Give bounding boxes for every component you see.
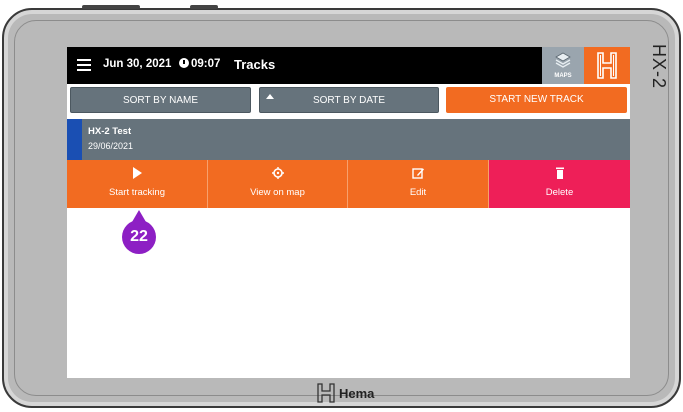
edit-label: Edit bbox=[409, 187, 427, 198]
delete-button[interactable]: Delete bbox=[489, 160, 630, 208]
track-actions: Start tracking View on map Edit Delete bbox=[67, 160, 630, 208]
date-text: Jun 30, 2021 bbox=[103, 58, 172, 70]
time-text: 09:07 bbox=[191, 58, 221, 70]
play-icon bbox=[133, 167, 142, 179]
volume-button bbox=[82, 5, 140, 9]
callout-badge: 22 bbox=[122, 210, 156, 254]
start-tracking-label: Start tracking bbox=[109, 187, 165, 198]
trash-icon bbox=[555, 167, 564, 179]
view-on-map-button[interactable]: View on map bbox=[208, 160, 348, 208]
callout-number: 22 bbox=[122, 220, 156, 254]
power-button bbox=[190, 5, 218, 9]
hema-logo-icon bbox=[317, 383, 335, 403]
track-date: 29/06/2021 bbox=[88, 141, 134, 151]
sort-by-name-label: SORT BY NAME bbox=[122, 95, 199, 106]
hema-logo-button[interactable] bbox=[584, 47, 630, 84]
target-icon bbox=[271, 167, 284, 179]
start-tracking-button[interactable]: Start tracking bbox=[67, 160, 208, 208]
sort-by-name-button[interactable]: SORT BY NAME bbox=[70, 87, 251, 113]
device-model-label: HX-2 bbox=[649, 44, 669, 90]
edit-button[interactable]: Edit bbox=[348, 160, 489, 208]
menu-icon[interactable] bbox=[77, 59, 91, 71]
view-on-map-label: View on map bbox=[250, 187, 305, 198]
sort-by-date-button[interactable]: SORT BY DATE bbox=[259, 87, 439, 113]
page-title: Tracks bbox=[234, 57, 276, 72]
sort-bar: SORT BY NAME SORT BY DATE START NEW TRAC… bbox=[67, 84, 630, 116]
delete-label: Delete bbox=[545, 187, 574, 198]
selected-indicator bbox=[67, 119, 82, 160]
edit-icon bbox=[412, 168, 424, 179]
track-list-item[interactable]: HX-2 Test 29/06/2021 bbox=[67, 119, 630, 160]
screen: Jun 30, 2021 09:07 Tracks MAPS SORT BY N… bbox=[67, 47, 630, 378]
track-name: HX-2 Test bbox=[88, 126, 132, 137]
clock-icon bbox=[179, 58, 189, 68]
maps-label: MAPS bbox=[554, 73, 572, 79]
start-new-track-button[interactable]: START NEW TRACK bbox=[446, 87, 627, 113]
sort-asc-icon bbox=[266, 94, 274, 99]
maps-button[interactable]: MAPS bbox=[542, 47, 584, 84]
layers-icon bbox=[555, 52, 571, 68]
sort-by-date-label: SORT BY DATE bbox=[312, 95, 386, 106]
start-new-track-label: START NEW TRACK bbox=[489, 94, 584, 105]
brand-name: Hema bbox=[339, 386, 375, 401]
top-bar: Jun 30, 2021 09:07 Tracks MAPS bbox=[67, 47, 630, 84]
hema-logo-icon bbox=[597, 52, 617, 79]
